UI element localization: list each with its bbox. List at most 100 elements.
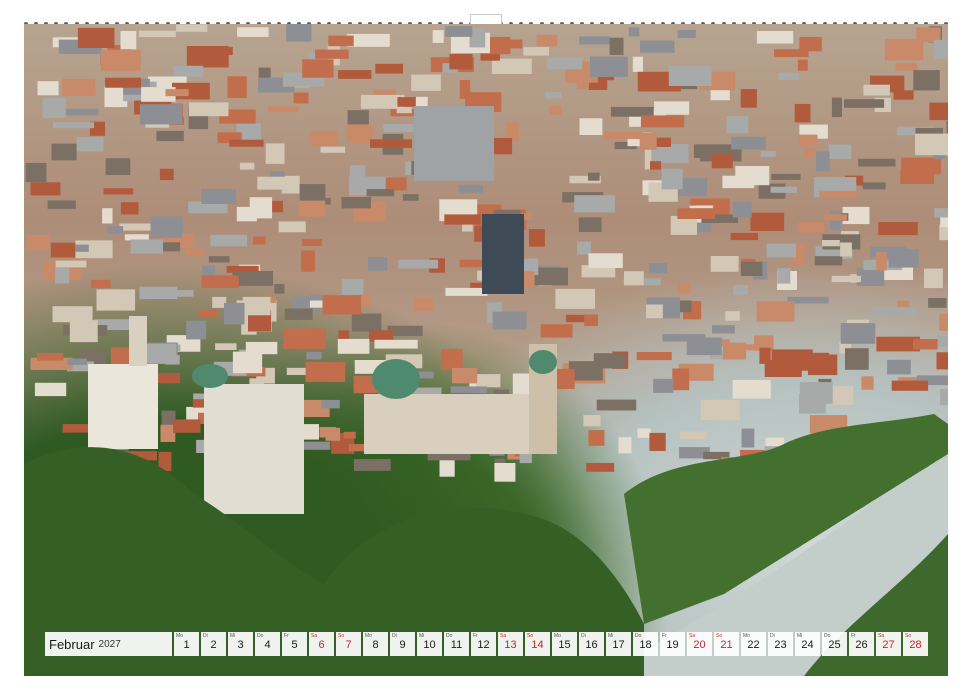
roof — [840, 323, 876, 344]
church-spire — [129, 316, 147, 366]
roof — [540, 324, 573, 338]
day-cell: Sa 27 — [876, 632, 901, 656]
roof — [476, 374, 501, 388]
roof — [735, 166, 770, 186]
roof — [278, 221, 306, 233]
roof — [186, 320, 207, 340]
day-number: 21 — [720, 639, 733, 651]
roof — [441, 349, 463, 370]
roof — [298, 198, 326, 217]
roof — [199, 309, 218, 318]
day-number: 16 — [585, 639, 598, 651]
roof — [778, 72, 799, 80]
day-cell: Sa 13 — [498, 632, 523, 656]
roof — [449, 54, 473, 70]
roof — [302, 59, 334, 78]
roof — [76, 137, 104, 152]
roof — [731, 136, 766, 150]
roof — [47, 200, 76, 209]
roof — [55, 267, 70, 284]
roof — [385, 177, 407, 191]
roof — [893, 90, 914, 100]
city-photo — [24, 24, 948, 676]
roof — [937, 335, 948, 347]
roof — [897, 300, 909, 307]
roof — [450, 386, 488, 394]
roof — [794, 103, 811, 123]
day-number: 4 — [264, 639, 271, 651]
roof — [322, 295, 362, 315]
roof — [189, 102, 229, 117]
roof — [315, 49, 349, 59]
roof — [831, 275, 861, 283]
day-cell: Fr 5 — [282, 632, 307, 656]
roof — [353, 459, 391, 471]
day-number: 9 — [399, 639, 406, 651]
roof — [946, 120, 948, 134]
roof — [876, 251, 887, 271]
roof — [677, 208, 715, 219]
day-number: 10 — [423, 639, 436, 651]
day-number: 23 — [774, 639, 787, 651]
roof — [523, 47, 549, 56]
roof — [845, 348, 869, 370]
day-cell: Sa 20 — [687, 632, 712, 656]
roof — [878, 222, 918, 236]
roof — [210, 234, 247, 247]
roof — [208, 256, 230, 263]
day-number: 20 — [693, 639, 706, 651]
roof — [328, 35, 354, 47]
roof — [160, 424, 176, 442]
roof — [649, 432, 666, 451]
roof — [798, 222, 824, 233]
roof — [306, 351, 322, 360]
day-number: 14 — [531, 639, 544, 651]
roof — [583, 415, 601, 427]
roof — [305, 361, 346, 382]
day-number: 27 — [882, 639, 895, 651]
roof — [822, 240, 840, 247]
roof — [913, 339, 938, 350]
roof — [603, 131, 643, 140]
roof — [584, 314, 598, 327]
roof — [934, 208, 948, 218]
roof — [343, 431, 356, 439]
roof — [928, 298, 947, 308]
roof — [253, 236, 266, 245]
roof — [712, 325, 735, 334]
roof — [640, 115, 685, 128]
day-number: 11 — [450, 639, 463, 651]
roof — [60, 108, 99, 116]
roof — [52, 306, 93, 323]
roof — [711, 154, 733, 169]
day-number: 26 — [855, 639, 868, 651]
roof — [368, 256, 388, 271]
roof — [338, 70, 372, 79]
roof — [741, 428, 755, 448]
roof — [593, 353, 626, 369]
roof — [229, 139, 264, 147]
day-cell: Mo 15 — [552, 632, 577, 656]
roof — [628, 27, 640, 37]
roof — [799, 382, 833, 404]
roof — [819, 190, 857, 198]
roof — [649, 263, 667, 274]
roof — [555, 288, 595, 309]
roof — [160, 242, 181, 252]
roof — [321, 399, 340, 409]
roof — [67, 358, 87, 365]
day-cell: Mi 10 — [417, 632, 442, 656]
roof — [549, 105, 562, 115]
roof — [402, 194, 419, 201]
roof — [636, 352, 672, 361]
day-cell: Di 9 — [390, 632, 415, 656]
roof — [150, 216, 183, 238]
roof — [887, 359, 911, 375]
day-cell: Mi 3 — [228, 632, 253, 656]
roof — [804, 146, 815, 159]
roof — [138, 30, 176, 38]
roof — [398, 259, 439, 269]
roof — [726, 115, 749, 134]
roof — [293, 92, 309, 104]
roof — [646, 304, 663, 319]
